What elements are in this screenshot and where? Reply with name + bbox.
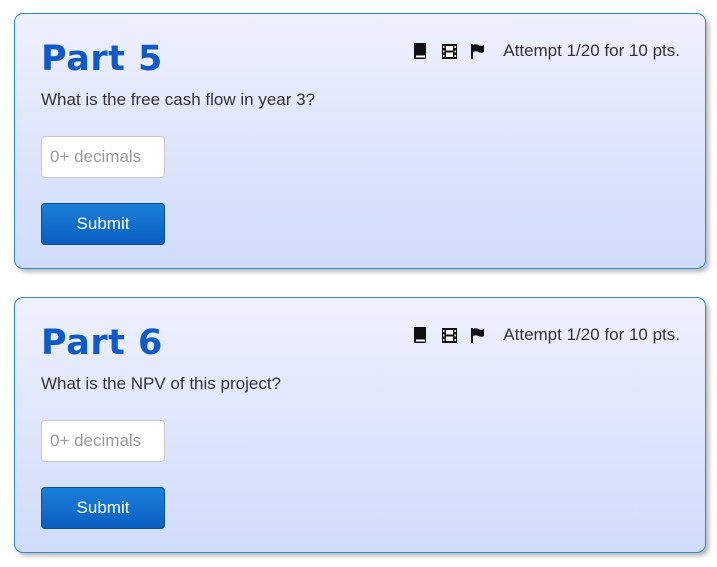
question-toolbar: Attempt 1/20 for 10 pts.: [412, 325, 680, 345]
flag-icon[interactable]: [470, 43, 486, 59]
question-text: What is the NPV of this project?: [41, 374, 281, 393]
question-text: What is the free cash flow in year 3?: [41, 90, 316, 109]
question-card-part-5: Part 5 Attempt 1/20 for 10 pts. What is …: [14, 13, 706, 269]
film-icon[interactable]: [441, 327, 457, 343]
attempt-info: Attempt 1/20 for 10 pts.: [503, 41, 680, 60]
part-title: Part 6: [41, 323, 163, 363]
question-toolbar: Attempt 1/20 for 10 pts.: [412, 41, 680, 61]
book-icon[interactable]: [412, 327, 428, 343]
flag-icon[interactable]: [470, 327, 486, 343]
submit-button[interactable]: Submit: [41, 487, 165, 529]
part-title: Part 5: [41, 39, 163, 79]
submit-button[interactable]: Submit: [41, 203, 165, 245]
film-icon[interactable]: [441, 43, 457, 59]
book-icon[interactable]: [412, 43, 428, 59]
attempt-info: Attempt 1/20 for 10 pts.: [503, 325, 680, 344]
answer-input[interactable]: [41, 136, 165, 178]
answer-input[interactable]: [41, 420, 165, 462]
question-card-part-6: Part 6 Attempt 1/20 for 10 pts. What is …: [14, 297, 706, 553]
